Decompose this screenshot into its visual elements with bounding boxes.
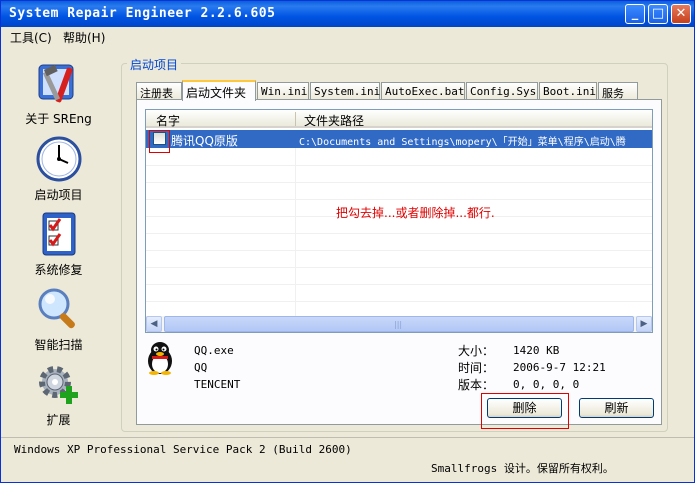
grid-column-line [295, 148, 296, 318]
grid-line [146, 250, 652, 251]
sidebar-item-scan[interactable]: 智能扫描 [11, 285, 106, 353]
tab-boot-ini[interactable]: Boot.ini [539, 82, 597, 100]
penguin-icon [144, 341, 176, 375]
minimize-button[interactable]: _ [625, 4, 645, 24]
row-path: C:\Documents and Settings\mopery\「开始」菜单\… [299, 137, 626, 148]
title-bar[interactable]: System Repair Engineer 2.2.6.605 _ □ ✕ [1, 1, 694, 27]
magnifier-icon [35, 285, 83, 333]
close-button[interactable]: ✕ [671, 4, 691, 24]
menu-help[interactable]: 帮助(H) [63, 29, 105, 46]
grid-line [146, 199, 652, 200]
maximize-icon: □ [651, 6, 665, 21]
os-info: Windows XP Professional Service Pack 2 (… [14, 443, 352, 456]
time-label: 时间： [458, 361, 495, 375]
tab-startup-folder[interactable]: 启动文件夹 [182, 80, 256, 101]
version-label: 版本： [458, 378, 495, 392]
tab-config-sys[interactable]: Config.Sys [466, 82, 538, 100]
tab-autoexec-bat[interactable]: AutoExec.bat [381, 82, 465, 100]
menu-tools[interactable]: 工具(C) [10, 29, 52, 46]
annotation-box-checkbox [149, 130, 170, 153]
scroll-thumb[interactable]: ||| [164, 316, 634, 332]
grid-line [146, 233, 652, 234]
grid-line [146, 284, 652, 285]
version-value: 0, 0, 0, 0 [513, 378, 580, 391]
menu-bar: 工具(C) 帮助(H) [1, 27, 694, 47]
size-value: 1420 KB [513, 344, 560, 357]
column-header-name[interactable]: 名字 [156, 112, 180, 129]
sidebar-item-about[interactable]: 关于 SREng [11, 59, 106, 127]
time-value: 2006-9-7 12:21 [513, 361, 606, 374]
file-name: QQ.exe [194, 344, 234, 357]
tab-services[interactable]: 服务 [598, 82, 638, 100]
grid-line [146, 165, 652, 166]
refresh-button[interactable]: 刷新 [579, 398, 654, 418]
column-header-path[interactable]: 文件夹路径 [304, 112, 364, 129]
delete-button[interactable]: 删除 [487, 398, 562, 418]
gear-plus-icon [35, 360, 83, 408]
company-name: TENCENT [194, 378, 241, 391]
startup-list[interactable]: 名字 文件夹路径 腾讯QQ原版 C:\Documents and Setting… [145, 109, 653, 333]
sidebar-item-label: 扩展 [46, 413, 71, 427]
annotation-hint: 把勾去掉...或者删除掉...都行. [336, 206, 495, 220]
minimize-icon: _ [631, 6, 639, 21]
table-row[interactable]: 腾讯QQ原版 C:\Documents and Settings\mopery\… [146, 130, 652, 148]
scroll-left-button[interactable]: ◀ [146, 316, 162, 332]
tab-system-ini[interactable]: System.ini [310, 82, 380, 100]
list-header: 名字 文件夹路径 [146, 110, 652, 128]
window-title: System Repair Engineer 2.2.6.605 [9, 6, 276, 21]
sidebar-item-label: 智能扫描 [34, 338, 83, 352]
size-label: 大小： [458, 344, 495, 358]
status-bar: Windows XP Professional Service Pack 2 (… [1, 437, 694, 482]
close-icon: ✕ [675, 6, 687, 21]
grid-line [146, 267, 652, 268]
copyright-text: Smallfrogs 设计。保留所有权利。 [431, 462, 614, 475]
scroll-right-button[interactable]: ▶ [636, 316, 652, 332]
sidebar-item-label: 启动项目 [34, 188, 83, 202]
sidebar-item-repair[interactable]: 系统修复 [11, 210, 106, 278]
tab-registry[interactable]: 注册表 [136, 82, 182, 100]
row-name: 腾讯QQ原版 [171, 134, 238, 148]
clock-icon [35, 135, 83, 183]
sidebar-item-label: 系统修复 [34, 263, 83, 277]
grip-icon: ||| [394, 320, 403, 329]
grid-line [146, 301, 652, 302]
app-window: System Repair Engineer 2.2.6.605 _ □ ✕ 工… [0, 0, 695, 483]
sidebar-item-extend[interactable]: 扩展 [11, 360, 106, 428]
horizontal-scrollbar[interactable]: ◀ ||| ▶ [146, 316, 652, 332]
product-name: QQ [194, 361, 208, 374]
group-title: 启动项目 [127, 56, 182, 73]
tools-icon [35, 59, 83, 107]
sidebar-item-label: 关于 SREng [25, 112, 92, 126]
tab-win-ini[interactable]: Win.ini [257, 82, 309, 100]
column-divider[interactable] [295, 112, 296, 126]
grid-line [146, 182, 652, 183]
maximize-button[interactable]: □ [648, 4, 668, 24]
checklist-icon [35, 210, 83, 258]
sidebar-item-startup[interactable]: 启动项目 [11, 135, 106, 203]
